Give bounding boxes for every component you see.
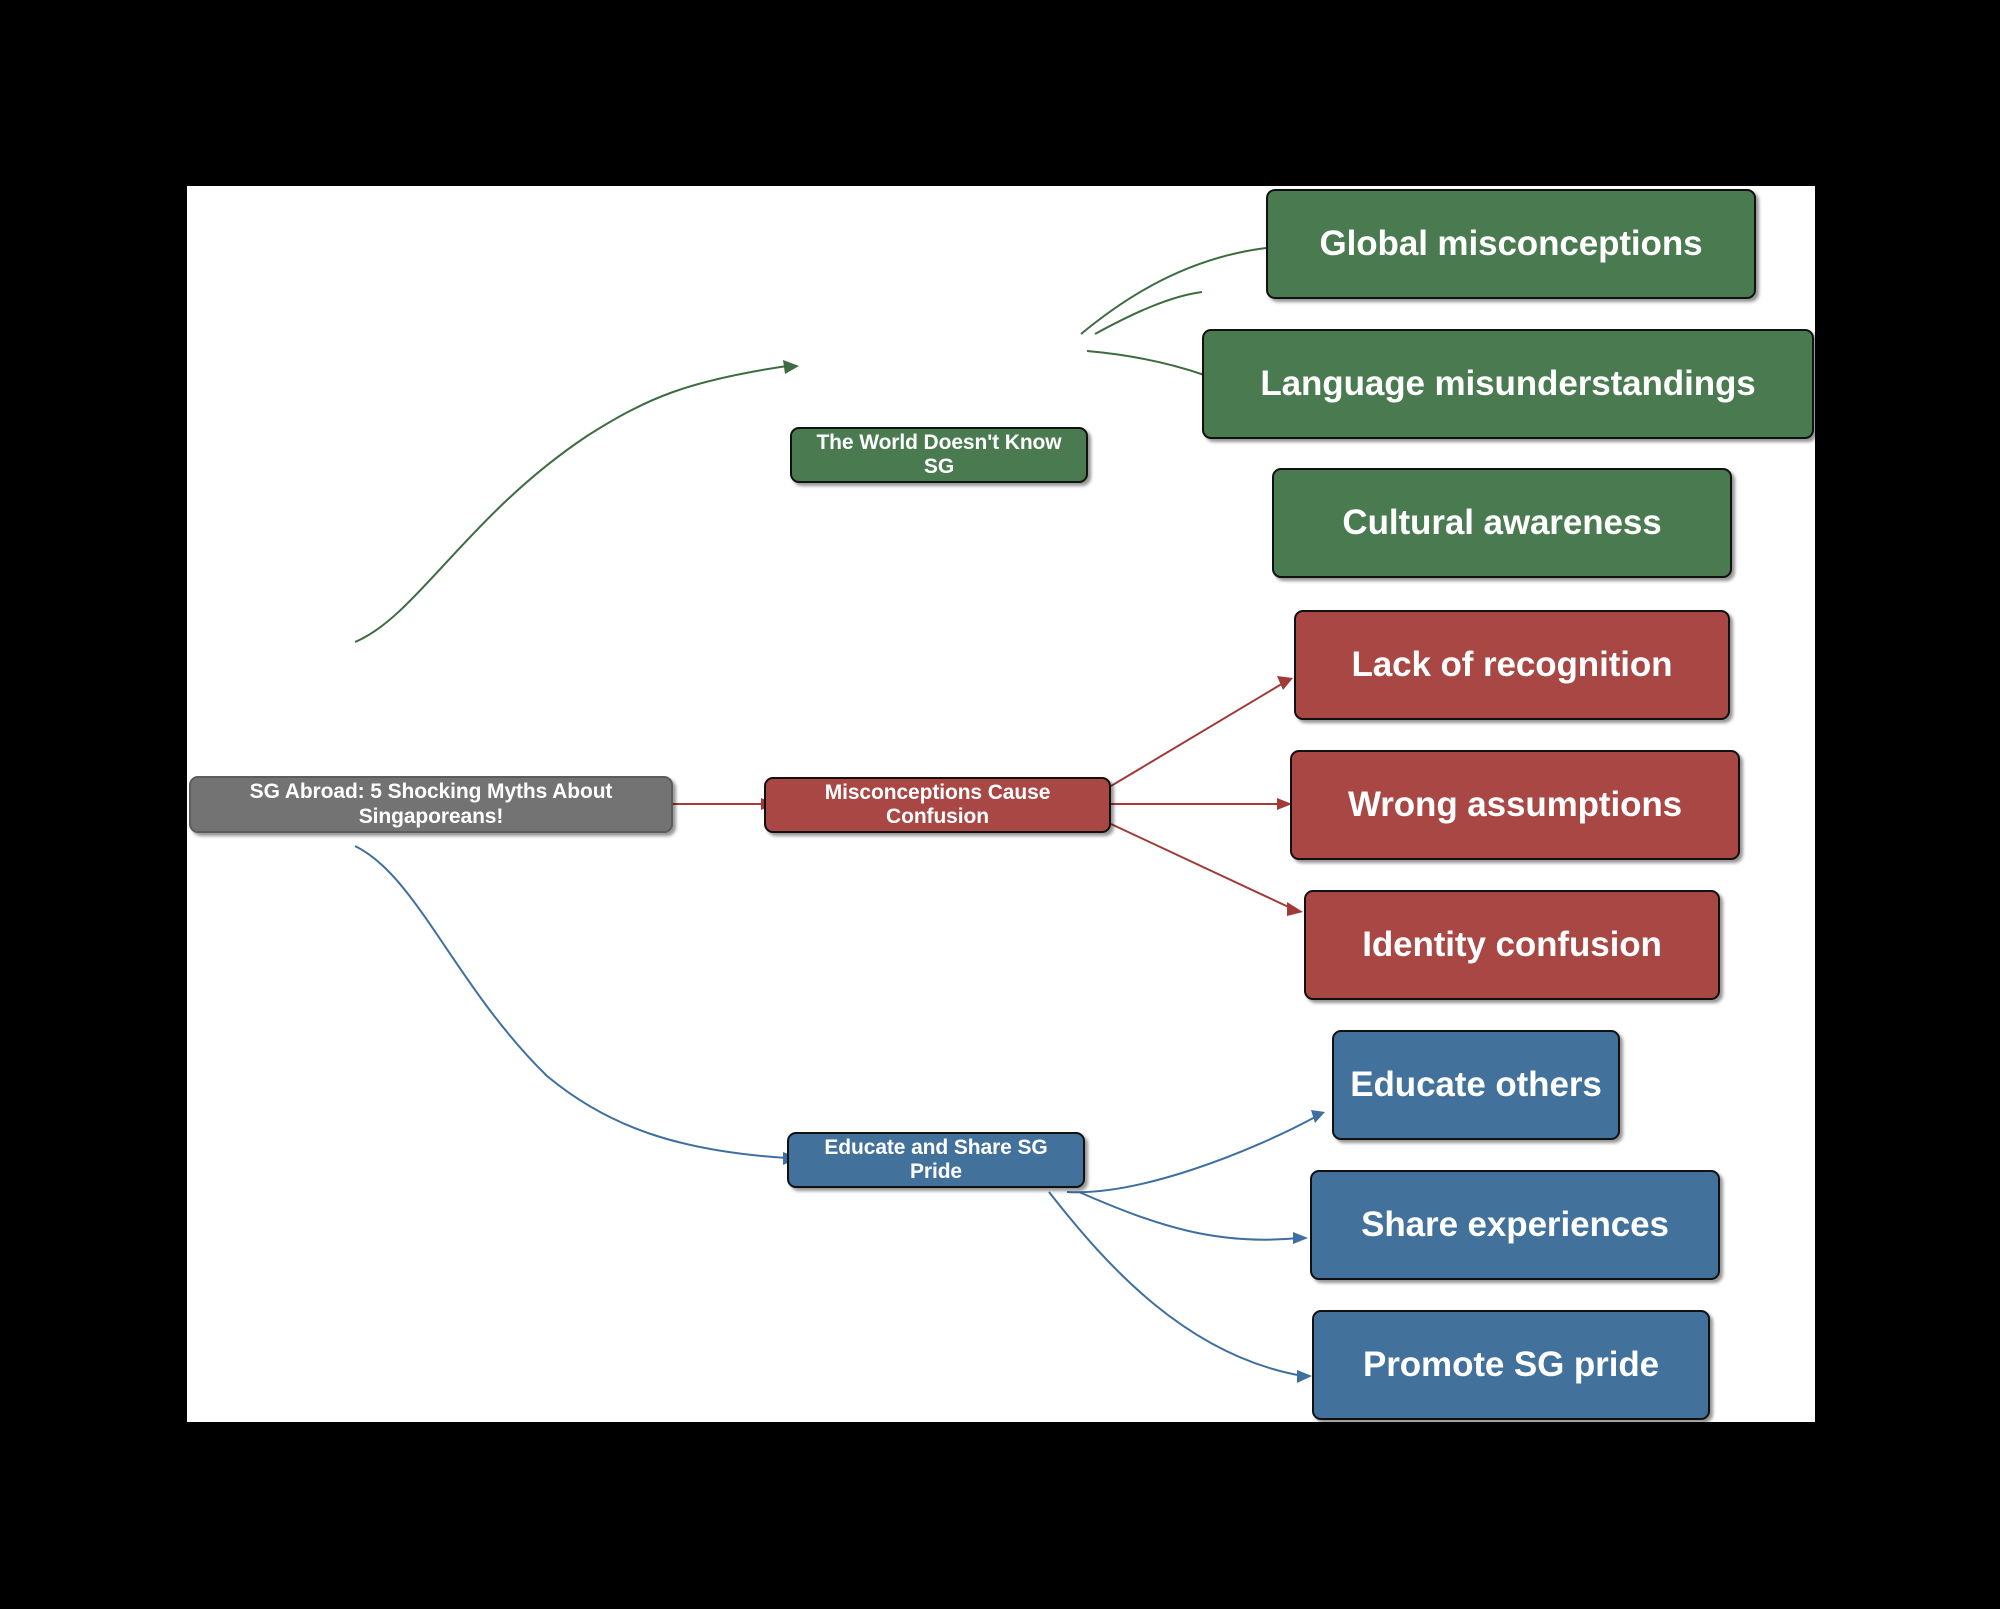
node-leaf-language-misunderstandings[interactable]: Language misunderstandings (1202, 329, 1814, 439)
edge-arrow-educate-others (1311, 1110, 1325, 1123)
node-leaf-educate-others-label: Educate others (1350, 1064, 1602, 1104)
edge-educate-to-promote-sg-pride (1048, 1191, 1304, 1377)
node-leaf-lack-of-recognition-label: Lack of recognition (1351, 644, 1673, 684)
edge-world-to-language-misunderstandings (1094, 291, 1203, 335)
edge-arrow-world (783, 360, 799, 374)
mindmap-stage: SG Abroad: 5 Shocking Myths About Singap… (0, 0, 2000, 1609)
node-branch-educate[interactable]: Educate and Share SG Pride (787, 1132, 1085, 1188)
edge-misconceptions-to-lack-of-recognition (1110, 681, 1286, 787)
node-leaf-wrong-assumptions-label: Wrong assumptions (1347, 784, 1683, 824)
node-leaf-language-misunderstandings-label: Language misunderstandings (1260, 363, 1756, 403)
node-branch-misconceptions-label: Misconceptions Cause Confusion (824, 780, 1051, 828)
edge-arrow-lack (1277, 676, 1293, 690)
node-branch-world-label: The World Doesn't Know SG (816, 430, 1062, 478)
node-leaf-wrong-assumptions[interactable]: Wrong assumptions (1290, 750, 1740, 860)
node-branch-misconceptions[interactable]: Misconceptions Cause Confusion (764, 777, 1111, 833)
node-leaf-cultural-awareness-label: Cultural awareness (1342, 502, 1662, 542)
edge-arrow-promote (1297, 1370, 1312, 1383)
node-leaf-global-misconceptions-label: Global misconceptions (1319, 223, 1703, 263)
node-root[interactable]: SG Abroad: 5 Shocking Myths About Singap… (189, 776, 673, 833)
node-branch-educate-label: Educate and Share SG Pride (824, 1135, 1048, 1183)
node-leaf-share-experiences[interactable]: Share experiences (1310, 1170, 1720, 1280)
edge-root-to-educate (354, 845, 788, 1159)
node-root-label: SG Abroad: 5 Shocking Myths About Singap… (249, 780, 613, 828)
edge-world-to-global-misconceptions (1080, 247, 1267, 335)
node-leaf-identity-confusion-label: Identity confusion (1362, 924, 1662, 964)
edge-root-to-world (354, 365, 788, 643)
edge-arrow-share (1293, 1232, 1308, 1244)
node-leaf-identity-confusion[interactable]: Identity confusion (1304, 890, 1720, 1000)
node-leaf-educate-others[interactable]: Educate others (1332, 1030, 1620, 1140)
node-leaf-global-misconceptions[interactable]: Global misconceptions (1266, 189, 1756, 299)
mindmap-canvas: SG Abroad: 5 Shocking Myths About Singap… (185, 184, 1817, 1424)
node-leaf-share-experiences-label: Share experiences (1361, 1204, 1669, 1244)
node-leaf-cultural-awareness[interactable]: Cultural awareness (1272, 468, 1732, 578)
node-branch-world[interactable]: The World Doesn't Know SG (790, 427, 1088, 483)
edge-misconceptions-to-identity-confusion (1110, 823, 1296, 911)
edge-educate-to-share-experiences (1078, 1191, 1300, 1241)
node-leaf-promote-sg-pride[interactable]: Promote SG pride (1312, 1310, 1710, 1420)
edge-arrow-identity (1287, 902, 1303, 916)
edge-educate-to-educate-others (1066, 1115, 1318, 1194)
node-leaf-promote-sg-pride-label: Promote SG pride (1363, 1344, 1659, 1384)
node-leaf-lack-of-recognition[interactable]: Lack of recognition (1294, 610, 1730, 720)
